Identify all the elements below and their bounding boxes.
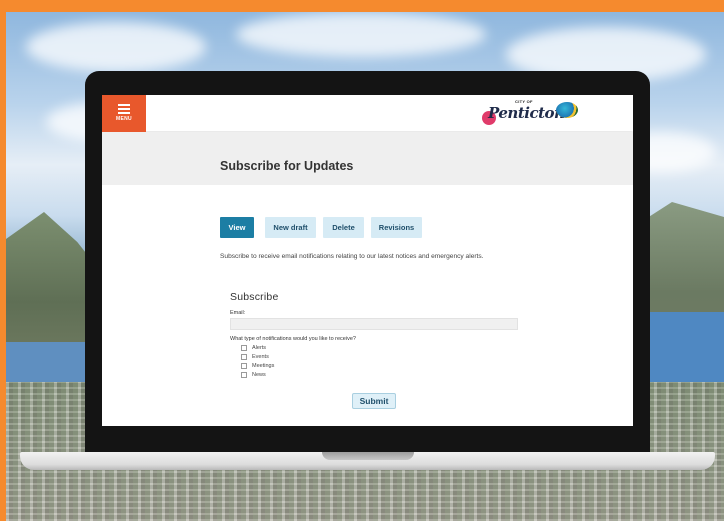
title-band bbox=[102, 132, 633, 185]
option-label: News bbox=[252, 372, 266, 378]
option-alerts[interactable]: Alerts bbox=[241, 344, 266, 352]
option-label: Events bbox=[252, 354, 269, 360]
form-title: Subscribe bbox=[230, 291, 279, 303]
checkbox[interactable] bbox=[241, 344, 247, 351]
city-logo[interactable]: CITY OF Penticton bbox=[482, 97, 580, 127]
option-label: Alerts bbox=[252, 345, 267, 351]
site-header: MENU CITY OF Penticton bbox=[102, 95, 633, 132]
hamburger-icon bbox=[118, 104, 130, 114]
intro-text: Subscribe to receive email notifications… bbox=[220, 253, 484, 260]
submit-button[interactable]: Submit bbox=[352, 393, 396, 409]
fish-icon bbox=[556, 102, 578, 118]
tab-new-draft[interactable]: New draft bbox=[265, 217, 316, 238]
tab-revisions[interactable]: Revisions bbox=[371, 217, 422, 238]
tab-delete[interactable]: Delete bbox=[323, 217, 364, 238]
email-label: Email: bbox=[230, 310, 246, 316]
laptop-notch bbox=[322, 452, 414, 460]
page-title: Subscribe for Updates bbox=[220, 159, 354, 173]
email-field[interactable] bbox=[230, 318, 518, 330]
option-events[interactable]: Events bbox=[241, 353, 269, 361]
option-news[interactable]: News bbox=[241, 371, 266, 379]
checkbox[interactable] bbox=[241, 353, 247, 360]
browser-screen: MENU CITY OF Penticton Subscribe for Upd… bbox=[102, 95, 633, 426]
tab-view[interactable]: View bbox=[220, 217, 254, 238]
logo-text: Penticton bbox=[488, 104, 565, 122]
checkbox[interactable] bbox=[241, 362, 247, 369]
menu-label: MENU bbox=[116, 116, 132, 122]
option-meetings[interactable]: Meetings bbox=[241, 362, 274, 370]
option-label: Meetings bbox=[252, 363, 275, 369]
checkbox[interactable] bbox=[241, 371, 247, 378]
menu-button[interactable]: MENU bbox=[102, 95, 146, 132]
notification-question: What type of notifications would you lik… bbox=[230, 336, 356, 342]
